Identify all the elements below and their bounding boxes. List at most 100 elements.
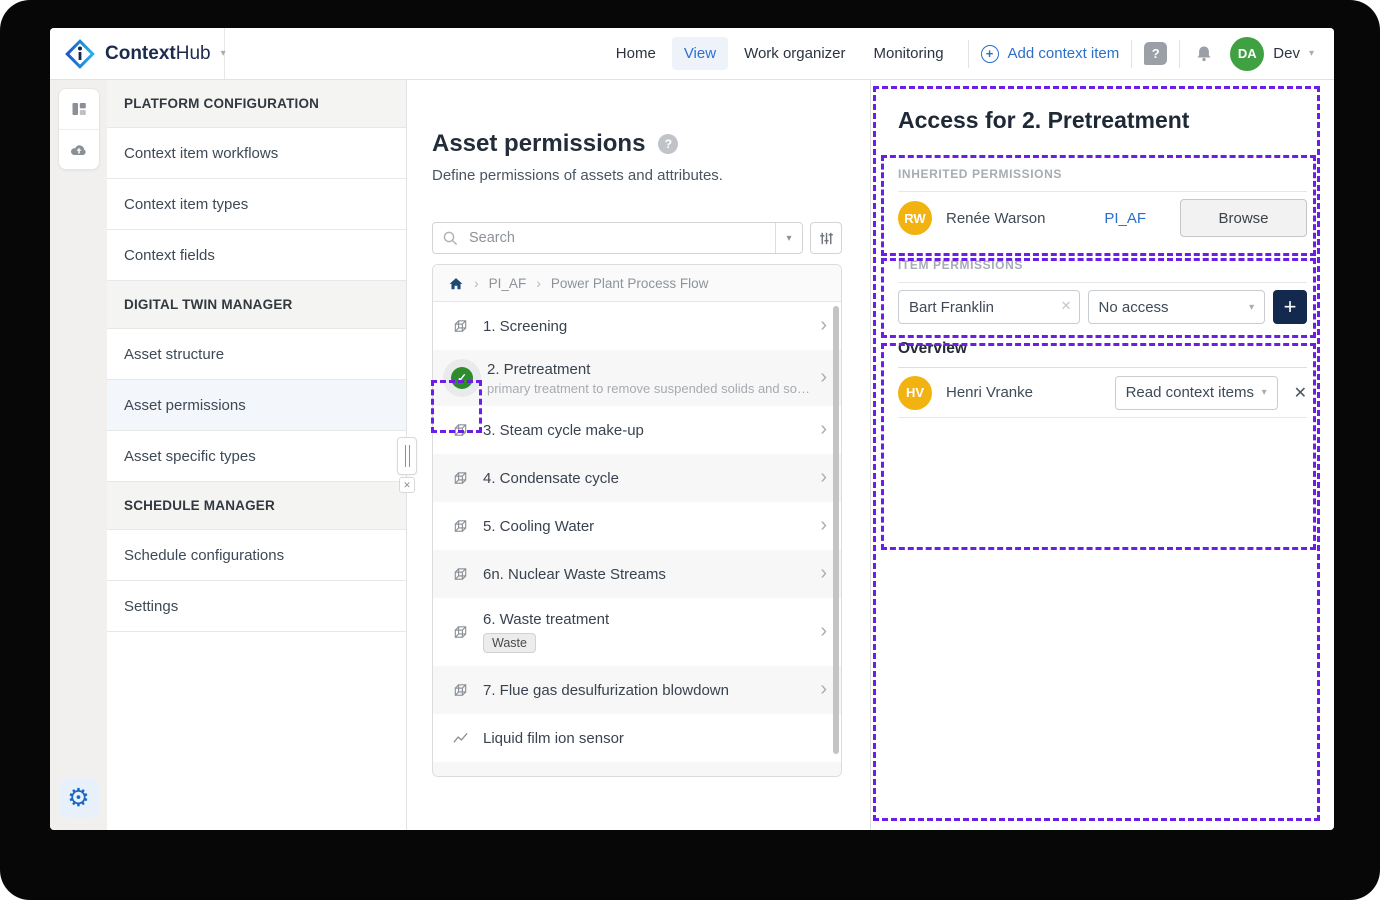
chevron-right-icon: › [820,563,827,586]
sidebar-item-settings[interactable]: Settings [107,581,406,632]
page-subtitle: Define permissions of assets and attribu… [432,167,842,184]
title-help-icon[interactable]: ? [658,134,678,154]
app-logo-text: ContextHub [105,43,211,65]
left-icon-rail: ⚙ [50,80,107,830]
inherited-permission-row: RW Renée Warson PI_AF Browse [898,192,1307,244]
layout-view-icon[interactable] [59,89,99,129]
overview-access-select[interactable]: Read context items ▾ [1115,376,1278,410]
asset-row-condensate-cycle[interactable]: 4. Condensate cycle › [433,454,841,502]
help-icon[interactable]: ? [1144,42,1167,65]
chevron-right-icon: › [820,367,827,390]
asset-description: primary treatment to remove suspended so… [487,381,817,396]
list-scrollbar[interactable] [833,306,839,754]
search-box: ▾ [432,222,803,254]
asset-row-liquid-film-ion-sensor[interactable]: Liquid film ion sensor [433,714,841,762]
inherited-permissions-label: INHERITED PERMISSIONS [898,167,1307,181]
sidebar-item-context-fields[interactable]: Context fields [107,230,406,281]
cube-icon [447,624,473,641]
search-dropdown-chevron-icon[interactable]: ▾ [775,223,802,253]
sidebar-section-platform-configuration: PLATFORM CONFIGURATION [107,80,406,128]
item-permissions-label: ITEM PERMISSIONS [898,258,1307,272]
page-title: Asset permissions [432,130,645,158]
sidebar-section-digital-twin-manager: DIGITAL TWIN MANAGER [107,281,406,329]
sidebar-collapse-icon[interactable]: ✕ [399,477,415,493]
avatar: HV [898,376,932,410]
asset-permissions-panel: Asset permissions ? Define permissions o… [407,80,870,830]
user-input[interactable] [898,290,1080,324]
breadcrumb-pi-af[interactable]: PI_AF [489,276,527,291]
settings-gear-icon[interactable]: ⚙ [59,778,99,818]
sidebar-item-context-item-workflows[interactable]: Context item workflows [107,128,406,179]
pi-af-link[interactable]: PI_AF [1104,210,1146,227]
access-panel-title: Access for 2. Pretreatment [898,107,1307,134]
search-input[interactable] [467,229,775,247]
user-chevron-down-icon: ▾ [1309,48,1314,59]
overview-permission-row: HV Henri Vranke Read context items ▾ ✕ [898,368,1307,418]
add-context-item-button[interactable]: + Add context item [981,45,1120,63]
chevron-down-icon: ▾ [1249,302,1254,313]
nav-work-organizer[interactable]: Work organizer [732,37,857,70]
topbar-divider [968,40,969,68]
breadcrumb-power-plant[interactable]: Power Plant Process Flow [551,276,709,291]
divider [898,282,1307,283]
chevron-right-icon: › [820,315,827,338]
sidebar-item-asset-permissions[interactable]: Asset permissions [107,380,406,431]
cloud-upload-icon[interactable] [59,129,99,169]
chevron-right-icon: › [820,467,827,490]
asset-row-waste-treatment[interactable]: 6. Waste treatment Waste › [433,598,841,666]
cube-icon [447,682,473,699]
breadcrumb-separator: › [536,275,541,291]
selected-checkbox[interactable]: ✓ [443,359,481,397]
contexthub-logo-icon [63,37,97,71]
waste-tag: Waste [483,633,536,653]
trend-line-icon [447,730,473,747]
clear-input-icon[interactable]: ✕ [1061,298,1072,314]
search-icon [442,230,459,247]
access-level-select[interactable]: No access ▾ [1088,290,1266,324]
topbar-divider [1131,40,1132,68]
asset-row-nuclear-waste-streams[interactable]: 6n. Nuclear Waste Streams › [433,550,841,598]
browse-button[interactable]: Browse [1180,199,1307,237]
add-permission-row: ✕ No access ▾ + [898,290,1307,324]
sidebar-item-schedule-configurations[interactable]: Schedule configurations [107,530,406,581]
asset-row-flue-gas[interactable]: 7. Flue gas desulfurization blowdown › [433,666,841,714]
logo-chevron-down-icon[interactable]: ▾ [221,48,226,59]
overview-header: Overview [898,340,1307,368]
logo-section: ContextHub ▾ [50,28,225,79]
notifications-bell-icon[interactable] [1194,44,1214,64]
nav-view[interactable]: View [672,37,728,70]
cube-icon [447,422,473,439]
remove-permission-icon[interactable]: ✕ [1294,383,1307,403]
sidebar-resize-handle[interactable] [397,437,417,475]
chevron-right-icon: › [820,679,827,702]
avatar: RW [898,201,932,235]
overview-user-name: Henri Vranke [946,384,1033,401]
user-menu[interactable]: DA Dev ▾ [1230,37,1314,71]
chevron-down-icon: ▾ [1262,387,1267,398]
home-icon[interactable] [448,276,464,291]
asset-row-steam-cycle[interactable]: 3. Steam cycle make-up › [433,406,841,454]
access-panel: Access for 2. Pretreatment INHERITED PER… [870,80,1334,830]
nav-monitoring[interactable]: Monitoring [862,37,956,70]
top-bar: ContextHub ▾ Home View Work organizer Mo… [50,28,1334,80]
nav-home[interactable]: Home [604,37,668,70]
asset-row-screening[interactable]: 1. Screening › [433,302,841,350]
sidebar-item-context-item-types[interactable]: Context item types [107,179,406,230]
sidebar-item-asset-structure[interactable]: Asset structure [107,329,406,380]
plus-circle-icon: + [981,45,999,63]
breadcrumb: › PI_AF › Power Plant Process Flow [433,265,841,302]
inherited-user-name: Renée Warson [946,210,1046,227]
cube-icon [447,318,473,335]
rail-button-group [58,88,100,170]
main-nav: Home View Work organizer Monitoring [604,37,956,70]
filter-sliders-icon[interactable] [810,222,842,254]
sidebar-item-asset-specific-types[interactable]: Asset specific types [107,431,406,482]
asset-row-pretreatment[interactable]: ✓ 2. Pretreatment primary treatment to r… [433,350,841,406]
user-name: Dev [1273,45,1300,62]
topbar-divider [1179,40,1180,68]
add-permission-button[interactable]: + [1273,290,1307,324]
screenshot-frame: ContextHub ▾ Home View Work organizer Mo… [0,0,1380,900]
cube-icon [447,518,473,535]
asset-row-cooling-water[interactable]: 5. Cooling Water › [433,502,841,550]
user-avatar: DA [1230,37,1264,71]
